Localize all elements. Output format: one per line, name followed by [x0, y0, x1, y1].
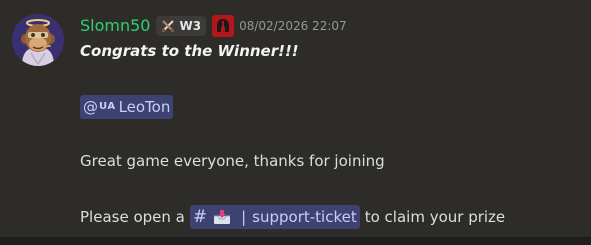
message-title: Congrats to the Winner!!! — [80, 42, 299, 60]
bottom-divider — [0, 237, 591, 245]
user-mention[interactable]: @ UA LeoTon — [80, 95, 174, 119]
ukraine-flag-icon: UA — [99, 101, 116, 112]
guild-tag-label: W3 — [179, 19, 202, 33]
message-header: Slomn50 W3 08/02/2026 22:07 — [80, 14, 347, 38]
chat-message: Slomn50 W3 08/02/2026 22:07 Congrats to … — [0, 0, 591, 237]
message-instruction: Please open a # | support-ticket to clai… — [80, 205, 505, 229]
instruction-text-after: to claim your prize — [364, 208, 506, 226]
instruction-text-before: Please open a — [80, 208, 185, 226]
channel-name: support-ticket — [252, 208, 357, 226]
mention-username: LeoTon — [118, 98, 171, 116]
guild-tag[interactable]: W3 — [156, 16, 207, 36]
crossed-swords-icon — [162, 20, 175, 32]
spartan-helmet-icon — [217, 19, 230, 32]
mention-at-symbol: @ — [83, 98, 98, 116]
message-closing-text: Great game everyone, thanks for joining — [80, 152, 385, 170]
username[interactable]: Slomn50 — [80, 16, 150, 36]
ape-avatar-icon — [12, 14, 64, 66]
role-badge[interactable] — [212, 15, 235, 37]
inbox-tray-icon — [214, 210, 231, 224]
channel-mention[interactable]: # | support-ticket — [189, 205, 360, 229]
avatar[interactable] — [12, 14, 64, 66]
channel-separator: | — [241, 208, 247, 226]
message-timestamp: 08/02/2026 22:07 — [239, 19, 347, 33]
channel-hash-icon: # — [192, 207, 208, 227]
